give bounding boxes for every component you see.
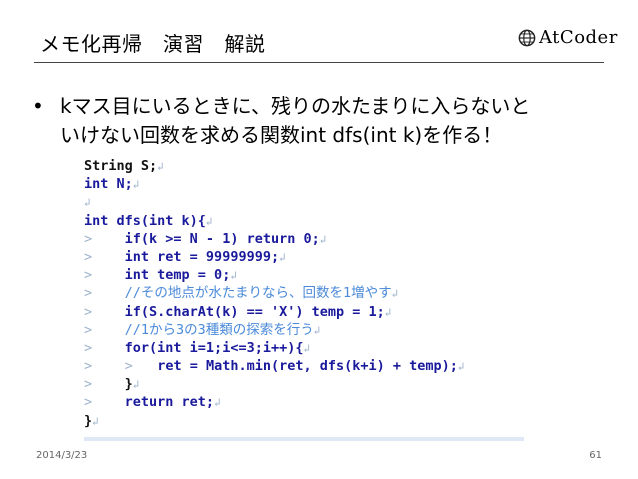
code-line: > int ret = 99999999;↲ — [84, 248, 524, 266]
code-text: int ret = 99999999; — [124, 248, 280, 265]
code-text: if(S.charAt(k) == 'X') temp = 1; — [124, 303, 385, 320]
code-line: > for(int i=1;i<=3;i++){↲ — [84, 339, 524, 357]
newline-mark: ↲ — [132, 178, 140, 192]
slide-title: メモ化再帰 演習 解説 — [40, 32, 266, 56]
bullet-item: • kマス目にいるときに、残りの水たまりに入らないと いけない回数を求める関数i… — [32, 92, 612, 150]
globe-icon — [518, 29, 536, 46]
indent-mark: > — [84, 230, 93, 247]
bullet-marker: • — [32, 94, 44, 118]
code-line: > if(S.charAt(k) == 'X') temp = 1;↲ — [84, 303, 524, 321]
indent-mark: > — [84, 285, 93, 302]
bullet-line-1: kマス目にいるときに、残りの水たまりに入らないと — [60, 94, 531, 118]
code-line: > > ret = Math.min(ret, dfs(k+i) + temp)… — [84, 357, 524, 375]
newline-mark: ↲ — [457, 360, 465, 374]
code-line: int dfs(int k){↲ — [84, 212, 524, 230]
code-text: } — [124, 376, 133, 393]
indent-mark: > — [84, 303, 93, 320]
newline-mark: ↲ — [384, 305, 392, 319]
code-line: String S;↲ — [84, 157, 524, 175]
newline-mark: ↲ — [313, 323, 321, 337]
indent-mark: > — [84, 358, 93, 375]
newline-mark: ↲ — [230, 269, 237, 283]
indent-mark: > — [84, 339, 93, 356]
bullet-block: • kマス目にいるときに、残りの水たまりに入らないと いけない回数を求める関数i… — [32, 92, 612, 150]
code-text: ret = Math.min(ret, dfs(k+i) + temp); — [157, 358, 458, 375]
bullet-text: kマス目にいるときに、残りの水たまりに入らないと いけない回数を求める関数int… — [60, 92, 612, 150]
newline-mark: ↲ — [157, 160, 164, 173]
code-text: String S; — [84, 158, 158, 174]
newline-mark: ↲ — [132, 378, 140, 392]
code-text: int dfs(int k){ — [84, 212, 206, 229]
code-line: > }↲ — [84, 375, 524, 393]
bullet-line-2: いけない回数を求める関数int dfs(int k)を作る！ — [60, 123, 503, 147]
indent-mark: > — [84, 248, 93, 265]
code-comment: //1から3の3種類の探索を行う — [124, 321, 314, 338]
code-comment: //その地点が水たまりなら、回数を1増やす — [124, 285, 392, 302]
code-text: if(k >= N - 1) return 0; — [124, 230, 320, 247]
newline-mark: ↲ — [279, 250, 286, 264]
title-divider — [34, 62, 604, 63]
indent-mark: > — [84, 376, 93, 393]
newline-mark: ↲ — [92, 414, 99, 428]
logo-text: AtCoder — [539, 27, 618, 48]
code-text: return ret; — [124, 394, 215, 411]
code-line: > if(k >= N - 1) return 0;↲ — [84, 230, 524, 248]
code-text: for(int i=1;i<=3;i++){ — [124, 339, 304, 356]
newline-mark: ↲ — [205, 214, 213, 228]
code-line: > //1から3の3種類の探索を行う↲ — [84, 321, 524, 339]
code-text: int temp = 0; — [124, 267, 231, 284]
code-listing: String S;↲ int N;↲ ↲ int dfs(int k){↲ > if(k… — [84, 157, 524, 430]
code-line: > return ret;↲ — [84, 393, 524, 411]
code-line: > int temp = 0;↲ — [84, 266, 524, 284]
code-line: int N;↲ — [84, 175, 524, 193]
page-number: 61 — [589, 450, 602, 461]
indent-mark: > — [84, 321, 93, 338]
code-line: > //その地点が水たまりなら、回数を1増やす↲ — [84, 284, 524, 302]
newline-mark: ↲ — [303, 341, 311, 355]
newline-mark: ↲ — [319, 232, 327, 246]
newline-mark: ↲ — [214, 396, 221, 410]
code-screenshot: String S;↲ int N;↲ ↲ int dfs(int k){↲ > if(k… — [84, 157, 524, 441]
atcoder-logo: AtCoder — [518, 27, 618, 48]
newline-mark: ↲ — [391, 287, 399, 301]
code-text: int N; — [84, 176, 133, 193]
newline-mark: ↲ — [84, 196, 91, 210]
indent-mark: > — [84, 267, 93, 284]
code-text: } — [84, 412, 93, 429]
indent-mark: > — [124, 358, 133, 375]
code-line: }↲ — [84, 412, 524, 430]
code-line: ↲ — [84, 193, 524, 211]
footer-date: 2014/3/23 — [36, 450, 88, 461]
indent-mark: > — [84, 394, 93, 411]
